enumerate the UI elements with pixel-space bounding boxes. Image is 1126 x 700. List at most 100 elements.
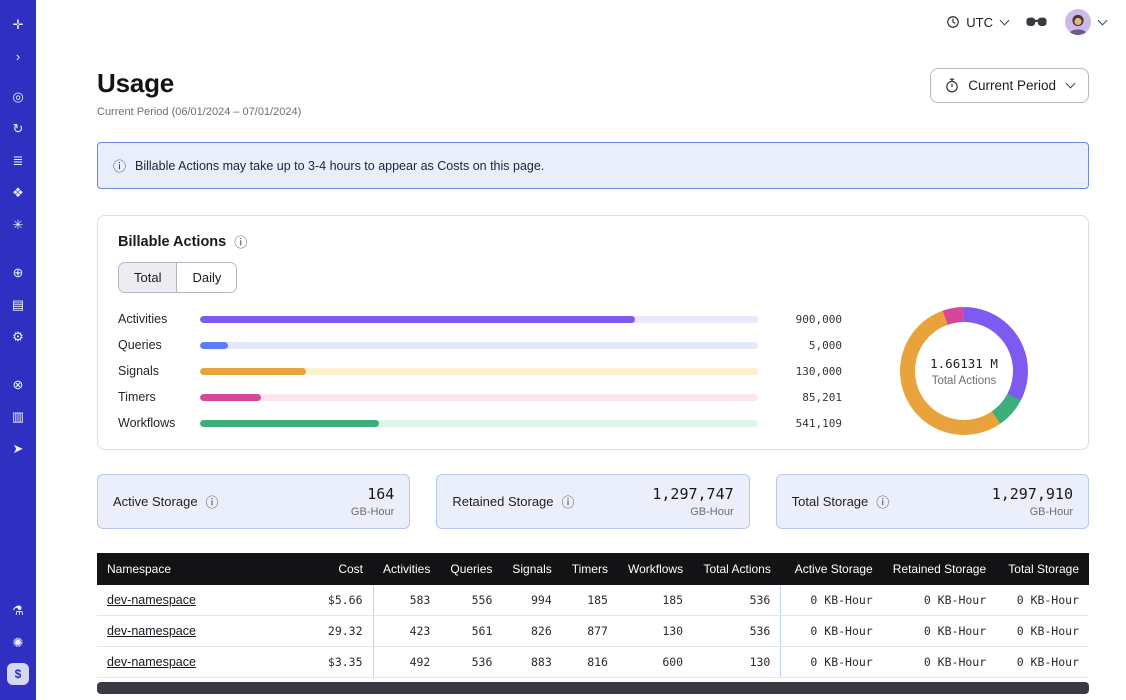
table-header-row: NamespaceCostActivitiesQueriesSignalsTim…	[97, 553, 1089, 585]
tab-daily[interactable]: Daily	[176, 263, 236, 292]
column-header: Signals	[502, 553, 561, 585]
goggles-button[interactable]	[1026, 15, 1047, 29]
info-icon: ⓘ	[113, 156, 126, 175]
bar-row: Signals130,000	[118, 362, 842, 380]
bar-value: 541,109	[772, 417, 842, 430]
donut-chart: 1.66131 M Total Actions	[860, 307, 1068, 435]
bar-track	[200, 342, 758, 349]
namespaces-icon[interactable]: ◎	[7, 85, 29, 107]
bar-track	[200, 368, 758, 375]
table-cell: 185	[562, 585, 618, 616]
column-header: Total Storage	[996, 553, 1089, 585]
expand-sidebar-icon[interactable]: ›	[7, 45, 29, 67]
nexus-icon[interactable]: ✳	[7, 213, 29, 235]
column-header: Cost	[308, 553, 373, 585]
active-storage-card: Active Storage ⓘ 164 GB-Hour	[97, 474, 410, 529]
column-header: Queries	[440, 553, 502, 585]
table-cell: 816	[562, 647, 618, 678]
table-cell: 0 KB-Hour	[883, 585, 996, 616]
status-icon[interactable]: $	[7, 663, 29, 685]
page-head: Usage Current Period (06/01/2024 – 07/01…	[97, 68, 1089, 118]
banner-text: Billable Actions may take up to 3-4 hour…	[135, 159, 544, 173]
table-row: dev-namespace$3.354925368838166001300 KB…	[97, 647, 1089, 678]
sidebar-group: ◎ ↻ ≣ ❖ ✳	[7, 80, 29, 240]
period-selector-button[interactable]: Current Period	[930, 68, 1089, 103]
donut-total-value: 1.66131 M	[930, 356, 998, 371]
table-cell: 536	[693, 585, 781, 616]
table-cell: 583	[373, 585, 440, 616]
goggles-icon	[1026, 15, 1047, 29]
donut-center: 1.66131 M Total Actions	[915, 322, 1013, 420]
info-icon[interactable]: ⓘ	[876, 492, 889, 511]
info-icon[interactable]: ⓘ	[206, 492, 219, 511]
table-cell: 536	[440, 647, 502, 678]
retained-storage-card: Retained Storage ⓘ 1,297,747 GB-Hour	[436, 474, 749, 529]
bar-track	[200, 316, 758, 323]
chevron-down-icon	[1066, 79, 1076, 89]
table-cell: dev-namespace	[97, 647, 308, 678]
info-icon[interactable]: ⓘ	[234, 232, 247, 251]
sidebar-group: ⊕ ▤ ⚙	[7, 256, 29, 352]
table-cell: 0 KB-Hour	[996, 647, 1089, 678]
table-cell: 0 KB-Hour	[996, 585, 1089, 616]
table-cell: 994	[502, 585, 561, 616]
page-subtitle: Current Period (06/01/2024 – 07/01/2024)	[97, 106, 301, 118]
column-header: Workflows	[618, 553, 693, 585]
column-header: Total Actions	[693, 553, 781, 585]
table-cell: 0 KB-Hour	[781, 585, 883, 616]
settings-icon[interactable]: ⚙	[7, 325, 29, 347]
timezone-selector[interactable]: UTC	[946, 15, 1008, 30]
column-header: Active Storage	[781, 553, 883, 585]
stat-label: Retained Storage	[452, 494, 553, 509]
sidebar-top: ✛›	[7, 8, 29, 72]
stat-unit: GB-Hour	[652, 506, 733, 518]
chevron-down-icon	[1000, 15, 1010, 25]
table-row: dev-namespace29.324235618268771305360 KB…	[97, 616, 1089, 647]
stat-unit: GB-Hour	[992, 506, 1073, 518]
table-body: dev-namespace$5.665835569941851855360 KB…	[97, 585, 1089, 678]
lab-icon[interactable]: ⚗	[7, 599, 29, 621]
sidebar: ✛› ◎↻≣❖✳⊕▤⚙⊗▥➤ ⚗✺$	[0, 0, 36, 700]
schedules-icon[interactable]: ↻	[7, 117, 29, 139]
table-cell: $5.66	[308, 585, 373, 616]
table-cell: 423	[373, 616, 440, 647]
horizontal-scrollbar[interactable]	[97, 682, 1089, 694]
stat-value: 1,297,747	[652, 485, 733, 503]
table-cell: 0 KB-Hour	[883, 616, 996, 647]
namespace-link[interactable]: dev-namespace	[107, 593, 196, 607]
namespace-link[interactable]: dev-namespace	[107, 624, 196, 638]
bar-value: 85,201	[772, 391, 842, 404]
cloud-icon[interactable]: ⊕	[7, 261, 29, 283]
stat-label: Total Storage	[792, 494, 869, 509]
storage-stats: Active Storage ⓘ 164 GB-Hour Retained St…	[97, 474, 1089, 529]
card-title: Billable Actions	[118, 234, 226, 250]
support-icon[interactable]: ⊗	[7, 373, 29, 395]
table-cell: 556	[440, 585, 502, 616]
bar-fill	[200, 394, 261, 401]
getting-started-icon[interactable]: ➤	[7, 437, 29, 459]
chevron-down-icon	[1098, 15, 1108, 25]
column-header: Activities	[373, 553, 440, 585]
namespace-link[interactable]: dev-namespace	[107, 655, 196, 669]
page-title: Usage	[97, 68, 301, 99]
donut-total-label: Total Actions	[932, 375, 997, 387]
table-cell: dev-namespace	[97, 616, 308, 647]
deployments-icon[interactable]: ❖	[7, 181, 29, 203]
bar-fill	[200, 368, 306, 375]
billing-icon[interactable]: ▤	[7, 293, 29, 315]
temporal-logo[interactable]: ✛	[7, 13, 29, 35]
tab-total[interactable]: Total	[119, 263, 176, 292]
table-row: dev-namespace$5.665835569941851855360 KB…	[97, 585, 1089, 616]
table-cell: 826	[502, 616, 561, 647]
table-cell: 561	[440, 616, 502, 647]
bar-row: Timers85,201	[118, 388, 842, 406]
theme-icon[interactable]: ✺	[7, 631, 29, 653]
sidebar-nav: ◎ ↻ ≣ ❖ ✳ ⊕ ▤ ⚙ ⊗ ▥ ➤	[7, 80, 29, 480]
docs-icon[interactable]: ▥	[7, 405, 29, 427]
total-storage-card: Total Storage ⓘ 1,297,910 GB-Hour	[776, 474, 1089, 529]
info-icon[interactable]: ⓘ	[562, 492, 575, 511]
user-menu[interactable]	[1065, 9, 1106, 35]
stat-value: 164	[351, 485, 394, 503]
table-cell: 0 KB-Hour	[781, 616, 883, 647]
usage-icon[interactable]: ≣	[7, 149, 29, 171]
